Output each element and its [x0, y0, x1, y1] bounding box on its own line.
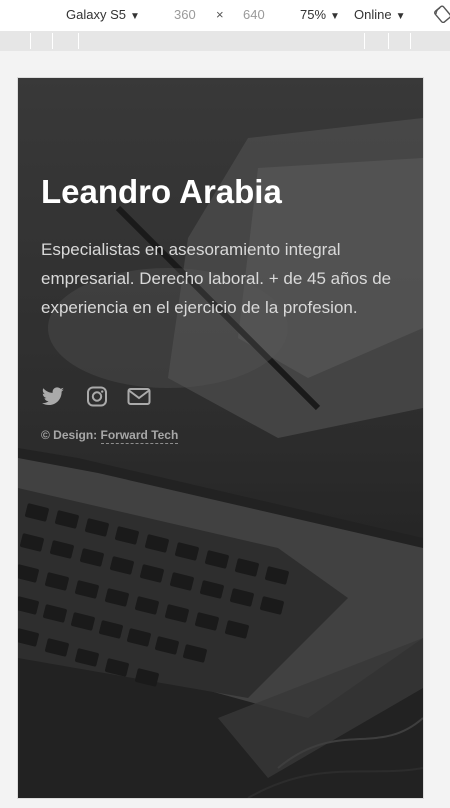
dimension-separator: ×	[216, 7, 224, 22]
zoom-value: 75%	[300, 7, 327, 22]
twitter-icon[interactable]	[41, 386, 65, 408]
network-caret-icon: ▼	[395, 11, 406, 22]
device-viewport: Leandro Arabia Especialistas en asesoram…	[18, 78, 423, 798]
page-description: Especialistas en asesoramiento integral …	[41, 240, 392, 317]
page-title: Leandro Arabia	[41, 173, 282, 210]
device-select[interactable]: Galaxy S5 ▼	[66, 7, 140, 25]
device-caret-icon: ▼	[129, 11, 140, 22]
devtools-device-toolbar: Galaxy S5 ▼ 360 × 640 75% ▼ Online ▼	[0, 0, 450, 32]
network-value: Online	[354, 7, 392, 22]
device-name: Galaxy S5	[66, 7, 126, 22]
instagram-icon[interactable]	[85, 386, 109, 408]
network-select[interactable]: Online ▼	[354, 7, 405, 25]
credit-prefix: © Design:	[41, 428, 101, 442]
rotate-icon[interactable]	[434, 5, 450, 23]
mail-icon[interactable]	[127, 386, 151, 408]
zoom-caret-icon: ▼	[330, 11, 340, 22]
media-query-ruler	[0, 31, 450, 51]
forward-tech-link[interactable]: Forward Tech	[100, 428, 179, 444]
zoom-select[interactable]: 75% ▼	[300, 7, 340, 25]
height-input[interactable]: 640	[243, 7, 265, 23]
design-credit: © Design: Forward Tech	[41, 428, 179, 444]
width-input[interactable]: 360	[174, 7, 196, 23]
